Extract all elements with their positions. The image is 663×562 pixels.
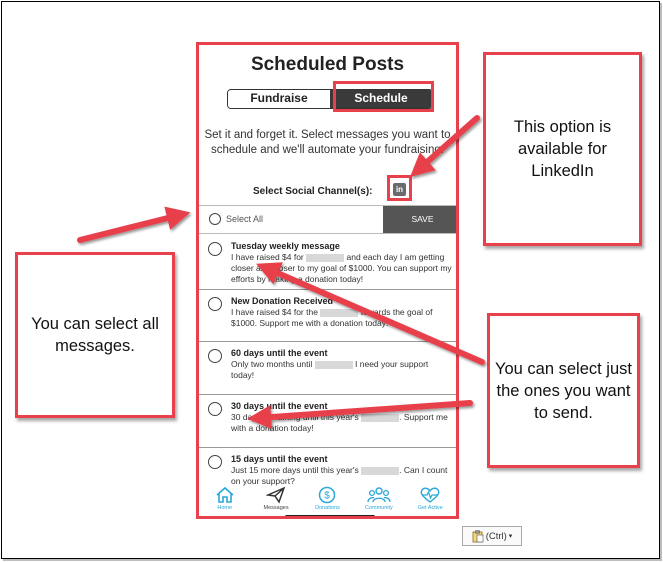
clipboard-icon — [472, 529, 484, 542]
arrow-to-select-all — [77, 206, 191, 243]
chevron-down-icon: ▾ — [508, 533, 513, 540]
arrow-to-30-days-message — [247, 400, 473, 430]
paste-options-button[interactable]: (Ctrl) ▾ — [462, 526, 522, 546]
arrow-to-first-message — [256, 262, 485, 365]
arrow-to-linkedin — [409, 115, 480, 178]
annotation-arrows — [77, 115, 485, 430]
paste-options-label: (Ctrl) — [485, 530, 507, 542]
